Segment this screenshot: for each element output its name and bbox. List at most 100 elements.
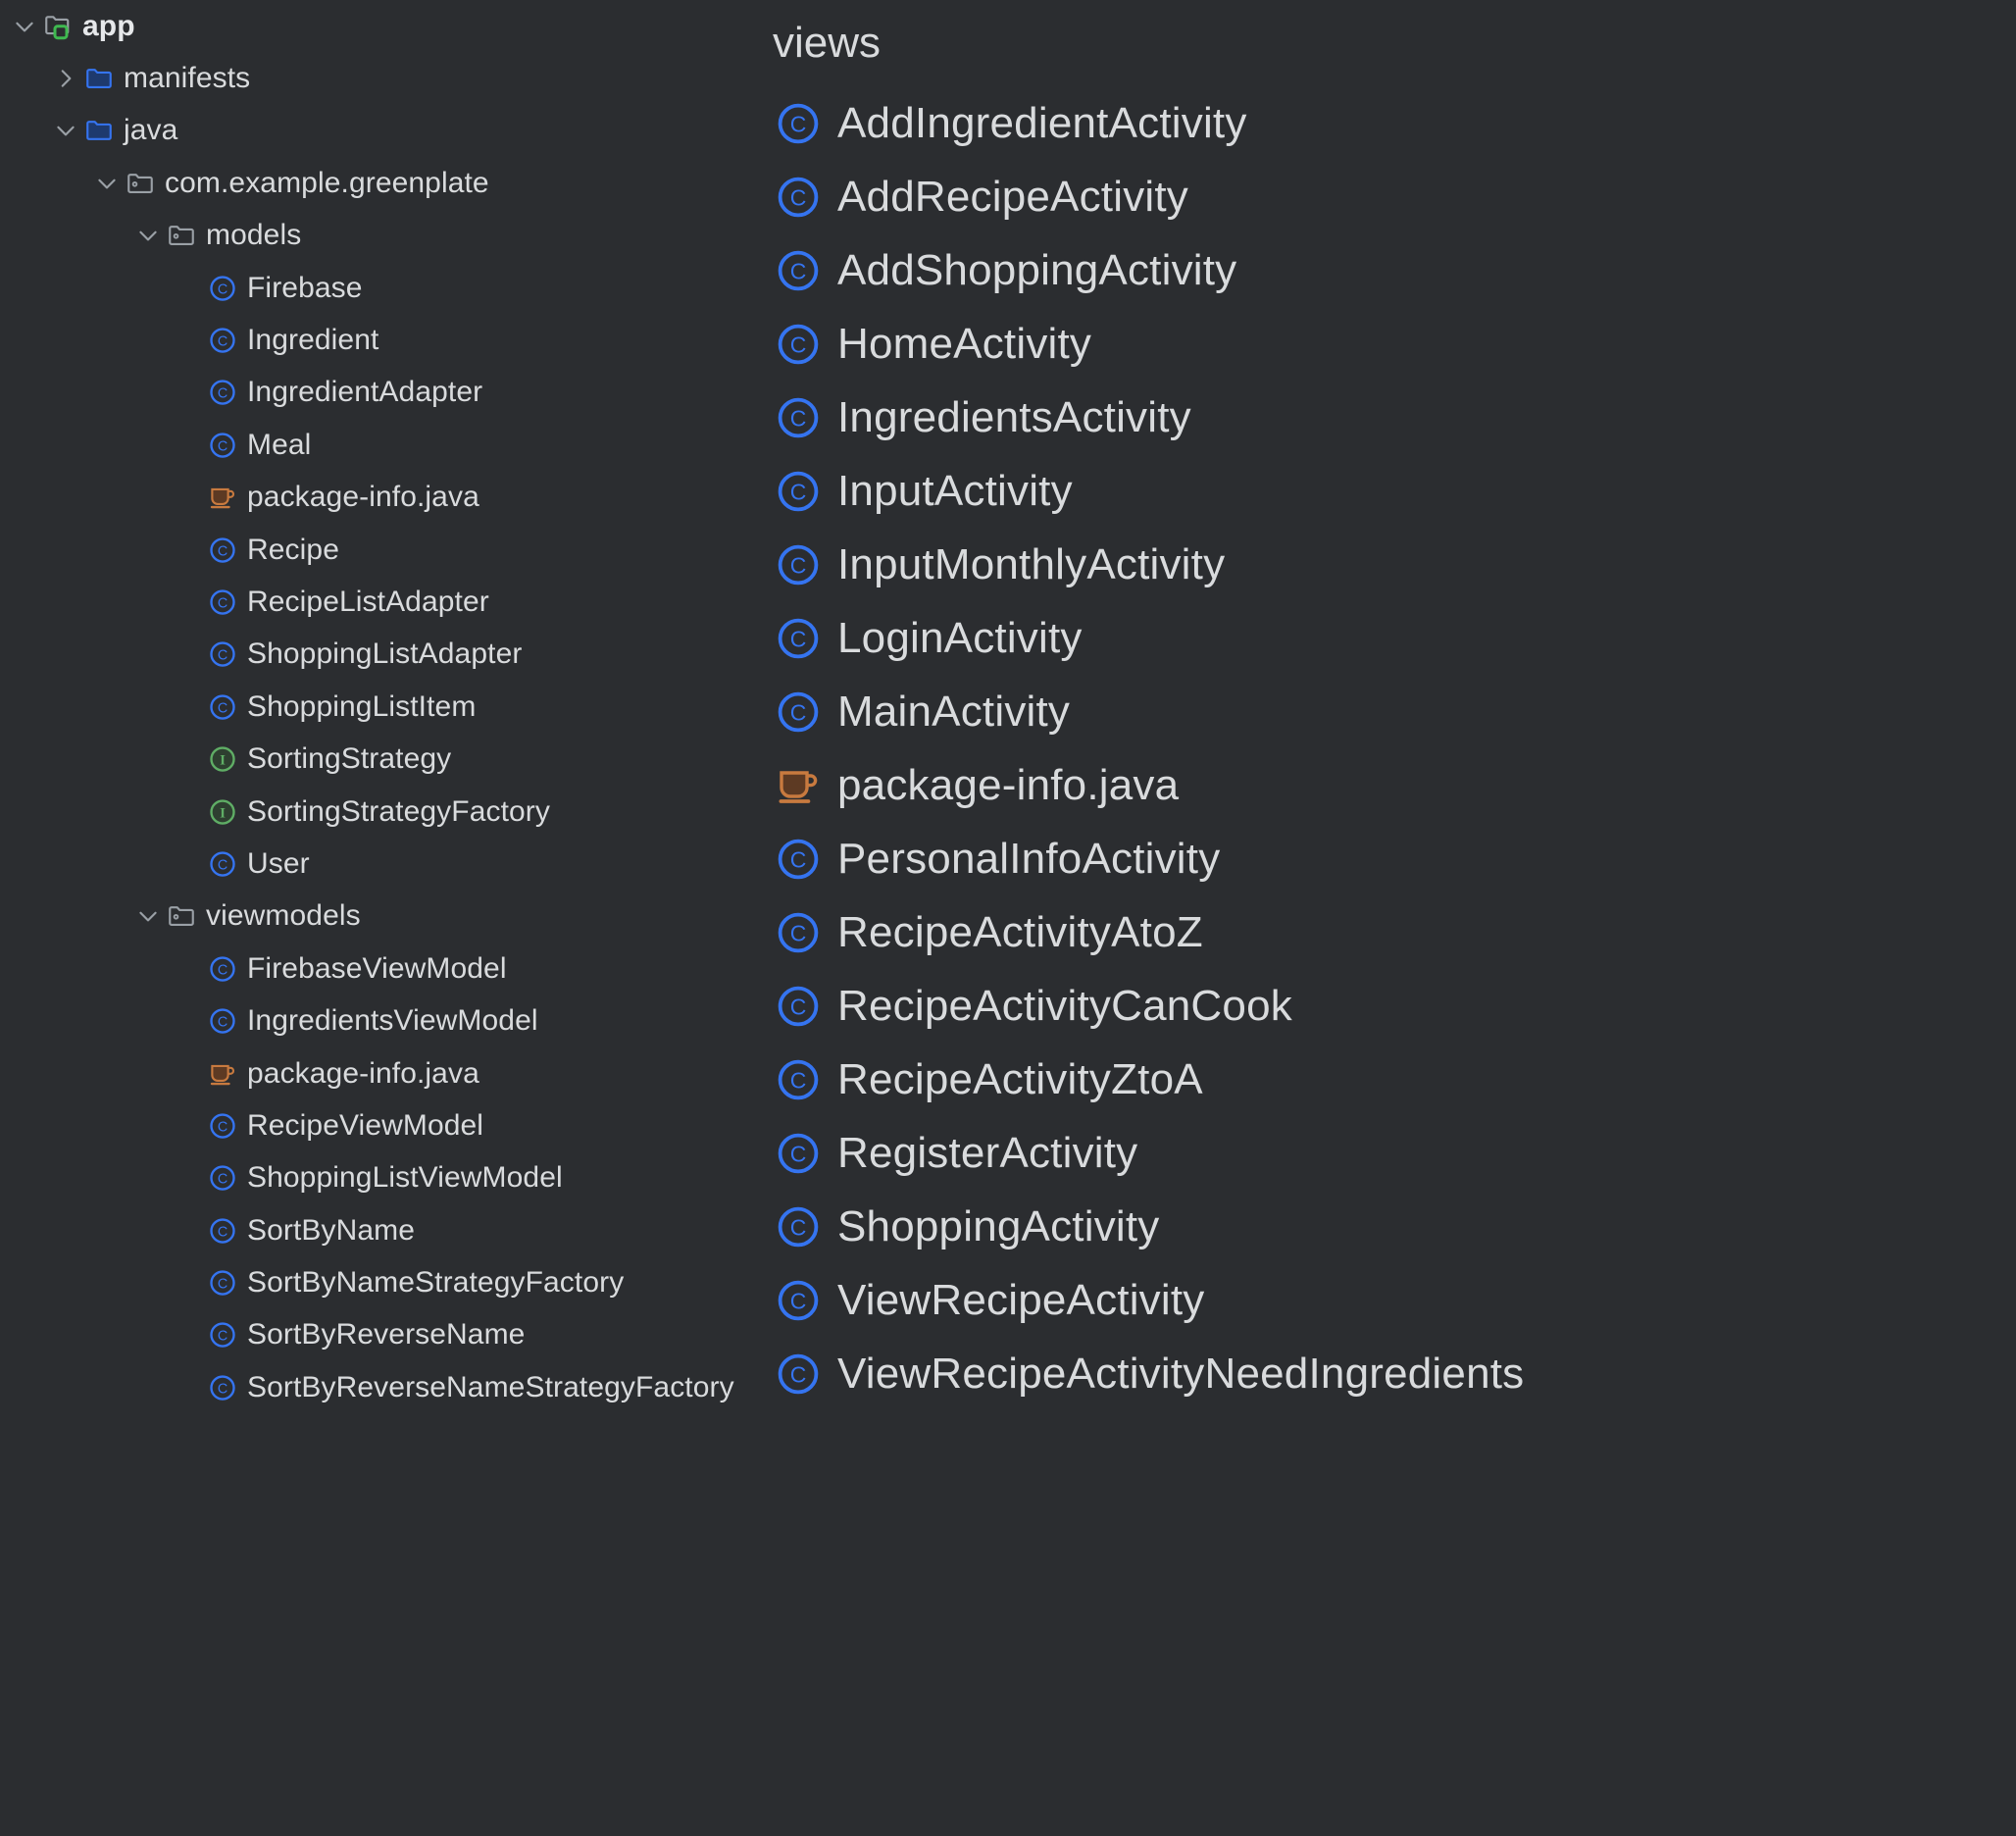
views-list-item[interactable]: C ViewRecipeActivity [767, 1263, 2016, 1337]
views-list-item-label: AddIngredientActivity [837, 98, 1247, 147]
tree-row[interactable]: C ShoppingListViewModel [0, 1152, 767, 1204]
class-icon: C [206, 639, 239, 669]
views-list-item[interactable]: C IngredientsActivity [767, 381, 2016, 454]
chevron-down-icon[interactable] [131, 903, 165, 929]
tree-row[interactable]: app [0, 0, 767, 52]
chevron-down-icon[interactable] [49, 118, 82, 143]
tree-row[interactable]: package-info.java [0, 1047, 767, 1099]
tree-row-label: SortingStrategy [247, 742, 452, 776]
views-list-item[interactable]: C MainActivity [767, 675, 2016, 748]
svg-text:C: C [790, 479, 807, 504]
tree-row[interactable]: C ShoppingListAdapter [0, 629, 767, 681]
svg-text:C: C [218, 438, 227, 454]
chevron-down-icon[interactable] [90, 171, 124, 196]
svg-text:C: C [790, 1288, 807, 1313]
views-list-item-label: ShoppingActivity [837, 1201, 1160, 1250]
tree-row[interactable]: C SortByReverseName [0, 1309, 767, 1361]
tree-row[interactable]: C Firebase [0, 262, 767, 314]
tree-row[interactable]: I SortingStrategyFactory [0, 786, 767, 838]
tree-row[interactable]: C ShoppingListItem [0, 681, 767, 733]
svg-text:C: C [790, 994, 807, 1019]
tree-row-label: Meal [247, 428, 312, 461]
views-list-item[interactable]: C AddShoppingActivity [767, 233, 2016, 307]
class-icon: C [773, 1277, 824, 1324]
svg-text:C: C [790, 920, 807, 945]
class-icon: C [773, 468, 824, 515]
views-list-item[interactable]: C InputActivity [767, 454, 2016, 528]
project-tree-pane[interactable]: app manifests java com.example.greenplate mo… [0, 0, 767, 1836]
tree-row-label: IngredientsViewModel [247, 1004, 538, 1038]
svg-text:C: C [218, 1172, 227, 1188]
views-list-item-label: InputMonthlyActivity [837, 539, 1226, 588]
tree-row[interactable]: C RecipeViewModel [0, 1099, 767, 1151]
chevron-down-icon[interactable] [8, 14, 41, 39]
views-list-item-label: RegisterActivity [837, 1128, 1138, 1177]
tree-row[interactable]: package-info.java [0, 472, 767, 524]
views-list-item-label: package-info.java [837, 760, 1180, 809]
views-package-pane[interactable]: views C AddIngredientActivity C AddRecipeAc… [767, 0, 2016, 1836]
tree-row[interactable]: C Meal [0, 419, 767, 471]
views-list-item[interactable]: C AddRecipeActivity [767, 160, 2016, 233]
views-list-item[interactable]: C HomeActivity [767, 307, 2016, 381]
folder-blue-icon [82, 116, 116, 145]
views-list-item[interactable]: C RecipeActivityCanCook [767, 969, 2016, 1043]
tree-row-label: RecipeViewModel [247, 1108, 484, 1142]
tree-row[interactable]: java [0, 105, 767, 157]
views-list-item[interactable]: C ViewRecipeActivityNeedIngredients [767, 1337, 2016, 1410]
svg-text:C: C [218, 595, 227, 611]
class-icon: C [206, 849, 239, 879]
views-list-item[interactable]: C PersonalInfoActivity [767, 822, 2016, 895]
tree-row[interactable]: C SortByName [0, 1204, 767, 1256]
class-icon: C [773, 836, 824, 883]
svg-text:C: C [790, 111, 807, 136]
tree-row[interactable]: C IngredientAdapter [0, 367, 767, 419]
class-icon: C [773, 1130, 824, 1177]
tree-row-label: manifests [124, 62, 251, 95]
chevron-right-icon[interactable] [49, 66, 82, 91]
class-icon: C [206, 326, 239, 355]
tree-row[interactable]: com.example.greenplate [0, 157, 767, 209]
tree-row[interactable]: models [0, 210, 767, 262]
tree-row[interactable]: I SortingStrategy [0, 733, 767, 785]
views-list-item-label: RecipeActivityCanCook [837, 981, 1292, 1030]
class-icon: C [773, 321, 824, 368]
tree-row-label: SortingStrategyFactory [247, 794, 550, 828]
views-list-item[interactable]: C AddIngredientActivity [767, 86, 2016, 160]
tree-row[interactable]: C User [0, 838, 767, 890]
class-icon: C [773, 983, 824, 1030]
views-package-title: views [773, 19, 882, 67]
views-list-item[interactable]: package-info.java [767, 748, 2016, 822]
tree-row-label: models [206, 219, 302, 252]
views-list-item-label: AddShoppingActivity [837, 245, 1237, 294]
svg-text:C: C [218, 857, 227, 873]
chevron-down-icon[interactable] [131, 223, 165, 248]
views-list-item-label: AddRecipeActivity [837, 172, 1188, 221]
views-list-item[interactable]: C RecipeActivityAtoZ [767, 895, 2016, 969]
svg-text:C: C [218, 1381, 227, 1397]
interface-icon: I [206, 797, 239, 827]
svg-text:C: C [218, 1014, 227, 1030]
tree-row-label: Firebase [247, 271, 363, 304]
views-list-item-label: ViewRecipeActivity [837, 1275, 1205, 1324]
tree-row[interactable]: C FirebaseViewModel [0, 943, 767, 994]
tree-row[interactable]: C SortByNameStrategyFactory [0, 1256, 767, 1308]
views-list-item[interactable]: C RecipeActivityZtoA [767, 1043, 2016, 1116]
tree-row[interactable]: C SortByReverseNameStrategyFactory [0, 1361, 767, 1413]
svg-text:C: C [790, 258, 807, 283]
svg-text:C: C [218, 281, 227, 297]
tree-row[interactable]: C IngredientsViewModel [0, 994, 767, 1046]
svg-text:I: I [220, 753, 226, 769]
class-icon: C [206, 1268, 239, 1298]
package-folder-icon [165, 221, 198, 250]
tree-row[interactable]: C Recipe [0, 524, 767, 576]
tree-row[interactable]: C Ingredient [0, 314, 767, 366]
tree-row-label: viewmodels [206, 899, 361, 933]
tree-row[interactable]: C RecipeListAdapter [0, 576, 767, 628]
tree-row[interactable]: viewmodels [0, 891, 767, 943]
views-list-item[interactable]: C ShoppingActivity [767, 1190, 2016, 1263]
tree-row[interactable]: manifests [0, 52, 767, 104]
views-list-item[interactable]: C LoginActivity [767, 601, 2016, 675]
views-list-item[interactable]: C InputMonthlyActivity [767, 528, 2016, 601]
class-icon: C [773, 247, 824, 294]
views-list-item[interactable]: C RegisterActivity [767, 1116, 2016, 1190]
